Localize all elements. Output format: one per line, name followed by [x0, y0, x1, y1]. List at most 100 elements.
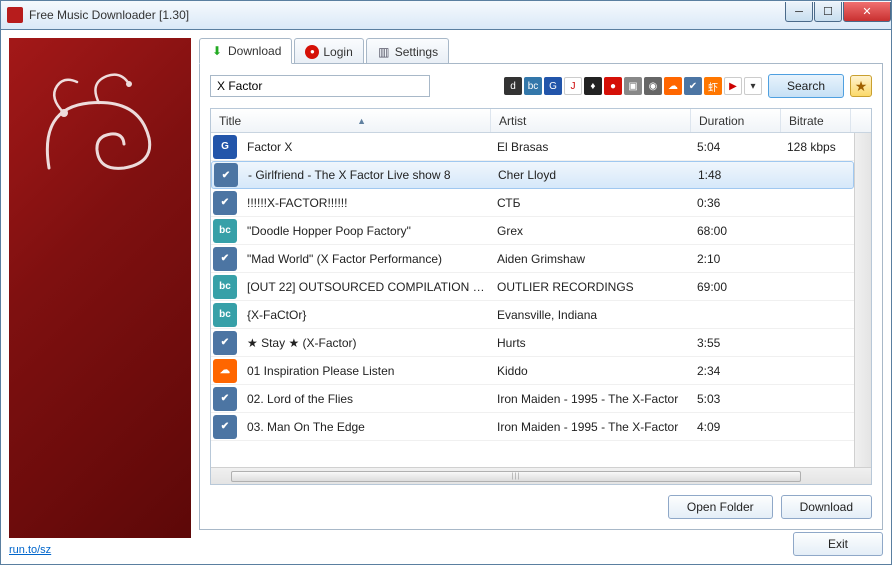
row-source-icon: ✔ [211, 413, 239, 441]
cell-duration: 3:55 [691, 336, 781, 350]
cell-duration: 5:03 [691, 392, 781, 406]
cell-artist: Iron Maiden - 1995 - The X-Factor [491, 392, 691, 406]
actions-row: Open Folder Download [210, 495, 872, 519]
favorite-button[interactable]: ★ [850, 75, 872, 97]
cell-title: "Mad World" (X Factor Performance) [241, 252, 491, 266]
cell-duration: 69:00 [691, 280, 781, 294]
titlebar[interactable]: Free Music Downloader [1.30] ─ ☐ ✕ [0, 0, 892, 30]
column-duration[interactable]: Duration [691, 109, 781, 132]
source-sound-icon[interactable]: ◉ [644, 77, 662, 95]
cell-artist: СТБ [491, 196, 691, 210]
table-row[interactable]: bc{X-FaCtOr}Evansville, Indiana [211, 301, 854, 329]
exit-button[interactable]: Exit [793, 532, 883, 556]
cell-duration: 4:09 [691, 420, 781, 434]
table-row[interactable]: ✔!!!!!!X-FACTOR!!!!!!СТБ0:36 [211, 189, 854, 217]
search-input[interactable] [210, 75, 430, 97]
search-button[interactable]: Search [768, 74, 844, 98]
cell-artist: Iron Maiden - 1995 - The X-Factor [491, 420, 691, 434]
cell-duration: 1:48 [692, 168, 782, 182]
main-area: ⬇ Download ● Login ▥ Settings dbcGJ♦●▣◉☁… [199, 38, 883, 556]
tab-download-label: Download [228, 44, 281, 58]
table-row[interactable]: ✔03. Man On The EdgeIron Maiden - 1995 -… [211, 413, 854, 441]
table-row[interactable]: bc"Doodle Hopper Poop Factory"Grex68:00 [211, 217, 854, 245]
cell-artist: Cher Lloyd [492, 168, 692, 182]
source-vk-icon[interactable]: ✔ [684, 77, 702, 95]
row-source-icon: ☁ [211, 357, 239, 385]
window-title: Free Music Downloader [1.30] [29, 8, 784, 22]
column-bitrate[interactable]: Bitrate [781, 109, 851, 132]
column-artist[interactable]: Artist [491, 109, 691, 132]
source-xiami-icon[interactable]: 虾 [704, 77, 722, 95]
table-row[interactable]: ☁01 Inspiration Please ListenKiddo2:34 [211, 357, 854, 385]
cell-title: Factor X [241, 140, 491, 154]
app-icon [7, 7, 23, 23]
row-source-icon: bc [211, 301, 239, 329]
tab-login[interactable]: ● Login [294, 38, 363, 64]
cell-artist: Evansville, Indiana [491, 308, 691, 322]
source-grooveshark-icon[interactable]: G [544, 77, 562, 95]
download-arrow-icon: ⬇ [210, 44, 224, 58]
cell-artist: Kiddo [491, 364, 691, 378]
cell-title: 01 Inspiration Please Listen [241, 364, 491, 378]
settings-icon: ▥ [377, 45, 391, 59]
search-row: dbcGJ♦●▣◉☁✔虾▶▾ Search ★ [210, 74, 872, 98]
source-prostopleer-icon[interactable]: d [504, 77, 522, 95]
login-icon: ● [305, 45, 319, 59]
source-bandcamp-icon[interactable]: bc [524, 77, 542, 95]
row-source-icon: bc [211, 217, 239, 245]
cell-artist: Aiden Grimshaw [491, 252, 691, 266]
cell-artist: Grex [491, 224, 691, 238]
close-button[interactable]: ✕ [843, 2, 891, 22]
sort-asc-icon: ▲ [357, 116, 366, 126]
source-soundcloud-icon[interactable]: ☁ [664, 77, 682, 95]
table-header: Title ▲ Artist Duration Bitrate [211, 109, 871, 133]
scrollbar-thumb[interactable] [231, 471, 801, 482]
source-youtube-icon[interactable]: ▶ [724, 77, 742, 95]
column-title[interactable]: Title ▲ [211, 109, 491, 132]
horizontal-scrollbar[interactable] [211, 467, 871, 484]
sidebar-area: run.to/sz [9, 38, 191, 556]
table-row[interactable]: bc[OUT 22] OUTSOURCED COMPILATION VOL.3O… [211, 273, 854, 301]
table-row[interactable]: GFactor XEl Brasas5:04128 kbps [211, 133, 854, 161]
row-source-icon: bc [211, 273, 239, 301]
maximize-button[interactable]: ☐ [814, 2, 842, 22]
footer-link[interactable]: run.to/sz [9, 544, 191, 556]
cell-title: [OUT 22] OUTSOURCED COMPILATION VOL.3 [241, 280, 491, 294]
minimize-button[interactable]: ─ [785, 2, 813, 22]
tab-login-label: Login [323, 45, 352, 59]
tabs: ⬇ Download ● Login ▥ Settings [199, 38, 883, 64]
tab-settings[interactable]: ▥ Settings [366, 38, 449, 64]
row-source-icon: ✔ [212, 161, 240, 189]
table-row[interactable]: ✔"Mad World" (X Factor Performance)Aiden… [211, 245, 854, 273]
cell-duration: 2:10 [691, 252, 781, 266]
download-button[interactable]: Download [781, 495, 872, 519]
tab-settings-label: Settings [395, 45, 438, 59]
sidebar-banner [9, 38, 191, 538]
download-panel: dbcGJ♦●▣◉☁✔虾▶▾ Search ★ Title ▲ Artist D… [199, 63, 883, 530]
source-jamendo-icon[interactable]: J [564, 77, 582, 95]
table-row[interactable]: ✔- Girlfriend - The X Factor Live show 8… [211, 161, 854, 189]
bottom-row: Exit [199, 530, 883, 556]
cell-artist: Hurts [491, 336, 691, 350]
column-title-label: Title [219, 114, 241, 128]
row-source-icon: ✔ [211, 245, 239, 273]
window-controls: ─ ☐ ✕ [784, 2, 891, 22]
table-row[interactable]: ✔02. Lord of the FliesIron Maiden - 1995… [211, 385, 854, 413]
cell-artist: OUTLIER RECORDINGS [491, 280, 691, 294]
cell-title: "Doodle Hopper Poop Factory" [241, 224, 491, 238]
table-body: GFactor XEl Brasas5:04128 kbps✔- Girlfri… [211, 133, 854, 467]
cell-title: 03. Man On The Edge [241, 420, 491, 434]
table-row[interactable]: ✔★ Stay ★ (X-Factor)Hurts3:55 [211, 329, 854, 357]
source-lastfm-icon[interactable]: ● [604, 77, 622, 95]
tab-download[interactable]: ⬇ Download [199, 38, 292, 64]
cell-duration: 0:36 [691, 196, 781, 210]
row-source-icon: G [211, 133, 239, 161]
cell-title: 02. Lord of the Flies [241, 392, 491, 406]
source-audio-icon[interactable]: ▣ [624, 77, 642, 95]
open-folder-button[interactable]: Open Folder [668, 495, 773, 519]
row-source-icon: ✔ [211, 385, 239, 413]
source-mp3skull-icon[interactable]: ♦ [584, 77, 602, 95]
cell-artist: El Brasas [491, 140, 691, 154]
vertical-scrollbar[interactable] [854, 133, 871, 467]
source-more-icon[interactable]: ▾ [744, 77, 762, 95]
